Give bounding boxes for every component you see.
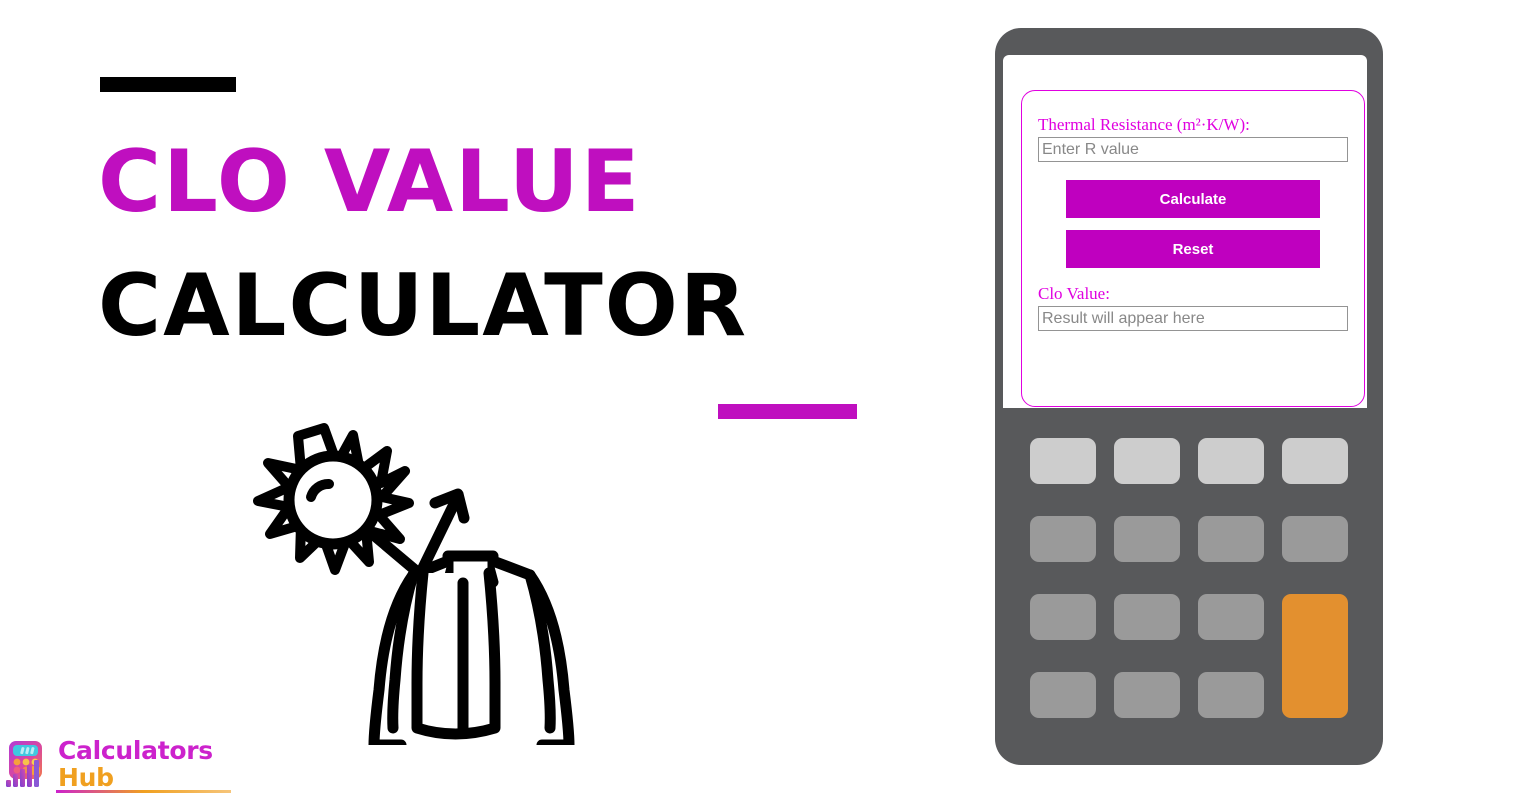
key-r4c1[interactable] <box>1030 672 1096 718</box>
sun-arrow-jacket-line-icon <box>245 415 590 751</box>
page-title-line-1: CLO VALUE <box>98 132 642 232</box>
calculator-display-panel: Thermal Resistance (m²·K/W): Calculate R… <box>1003 55 1367 408</box>
key-r1c4[interactable] <box>1282 438 1348 484</box>
calculator-keypad <box>1030 438 1350 738</box>
key-r1c2[interactable] <box>1114 438 1180 484</box>
key-r2c1[interactable] <box>1030 516 1096 562</box>
page-title-line-2: CALCULATOR <box>98 256 749 356</box>
key-r3c2[interactable] <box>1114 594 1180 640</box>
hero-section: CLO VALUE CALCULATOR Calculators Hub <box>0 0 960 800</box>
logo-underline <box>56 790 231 793</box>
mid-accent-rule <box>718 404 857 419</box>
key-equals[interactable] <box>1282 594 1348 718</box>
key-r2c2[interactable] <box>1114 516 1180 562</box>
clo-value-result-input[interactable] <box>1038 306 1348 331</box>
form-actions: Calculate Reset <box>1038 180 1348 268</box>
key-r1c3[interactable] <box>1198 438 1264 484</box>
reset-button[interactable]: Reset <box>1066 230 1320 268</box>
result-block: Clo Value: <box>1038 284 1348 331</box>
thermal-resistance-input[interactable] <box>1038 137 1348 162</box>
key-r2c4[interactable] <box>1282 516 1348 562</box>
logo-word-hub: Hub <box>58 763 114 792</box>
top-accent-rule <box>100 77 236 92</box>
logo-word-calculators: Calculators <box>58 736 213 765</box>
calculate-button[interactable]: Calculate <box>1066 180 1320 218</box>
key-r1c1[interactable] <box>1030 438 1096 484</box>
calculators-hub-logo[interactable]: Calculators Hub <box>4 738 234 796</box>
key-r4c3[interactable] <box>1198 672 1264 718</box>
clo-value-label: Clo Value: <box>1038 284 1110 303</box>
clo-value-calculator-form: Thermal Resistance (m²·K/W): Calculate R… <box>1021 90 1365 407</box>
key-r3c3[interactable] <box>1198 594 1264 640</box>
key-r3c1[interactable] <box>1030 594 1096 640</box>
calculator-bars-logo-icon <box>4 738 52 790</box>
thermal-resistance-label: Thermal Resistance (m²·K/W): <box>1038 115 1250 134</box>
calculator-device: Thermal Resistance (m²·K/W): Calculate R… <box>995 28 1383 765</box>
key-r2c3[interactable] <box>1198 516 1264 562</box>
key-r4c2[interactable] <box>1114 672 1180 718</box>
